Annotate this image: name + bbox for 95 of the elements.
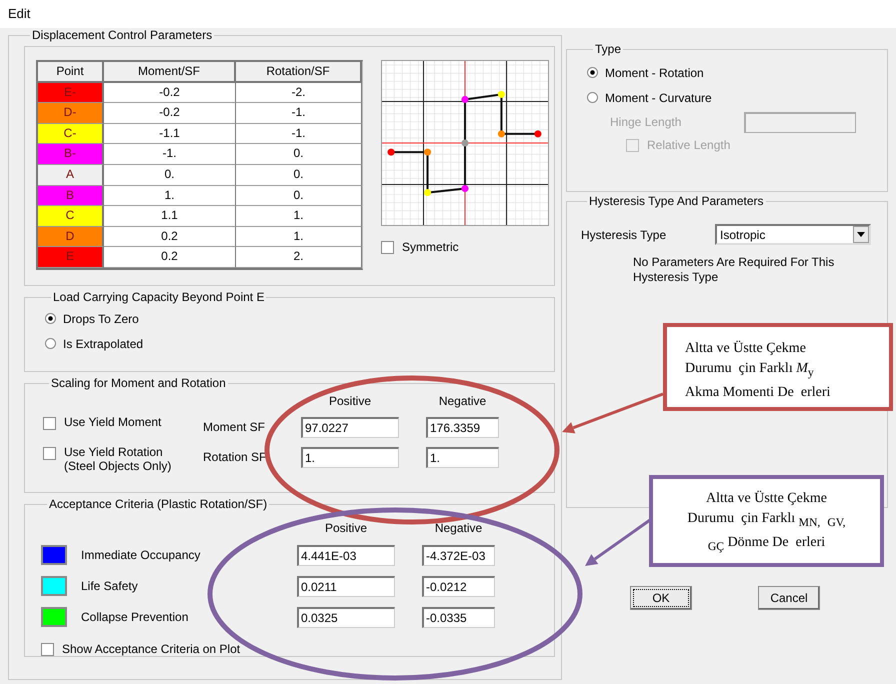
plot-point xyxy=(424,148,432,156)
table-cell[interactable]: -1. xyxy=(236,124,362,144)
table-cell[interactable]: 0.2 xyxy=(104,247,236,268)
checkbox-label: Use Yield Moment xyxy=(64,415,162,429)
group-title: Type xyxy=(594,42,622,56)
table-cell[interactable]: 1. xyxy=(104,186,236,206)
point-cell: C- xyxy=(38,124,104,144)
group-title: Hysteresis Type And Parameters xyxy=(588,194,765,208)
radio-button[interactable] xyxy=(45,338,56,349)
color-swatch[interactable] xyxy=(41,607,67,627)
input-field[interactable]: 0.0211 xyxy=(297,576,395,596)
checkbox[interactable] xyxy=(381,240,394,254)
note-text: No Parameters Are Required For This Hysteresis Type xyxy=(633,255,836,285)
input-field[interactable] xyxy=(744,112,856,132)
table-cell[interactable]: -0.2 xyxy=(104,103,236,124)
table-cell[interactable]: 0. xyxy=(104,164,236,186)
plot-point xyxy=(461,96,469,104)
point-cell: A xyxy=(38,164,104,186)
table-cell[interactable]: -1. xyxy=(104,144,236,165)
point-cell: E xyxy=(38,247,104,268)
dialog-button[interactable]: OK xyxy=(630,586,692,610)
column-header: Negative xyxy=(438,394,488,408)
field-label: Rotation SF xyxy=(203,449,268,464)
column-header: Point xyxy=(38,62,104,83)
table-cell[interactable]: -0.2 xyxy=(104,82,236,104)
table-cell[interactable]: 0.2 xyxy=(104,226,236,248)
column-header: Rotation/SF xyxy=(236,62,362,83)
plot-point xyxy=(461,185,469,192)
column-header: Negative xyxy=(434,521,484,535)
window-title: Edit xyxy=(0,0,896,28)
input-field[interactable]: 4.441E-03 xyxy=(297,544,395,566)
plot-point xyxy=(424,189,432,196)
table-cell[interactable]: 0. xyxy=(236,186,362,206)
caret-icon[interactable] xyxy=(853,226,869,243)
table-cell[interactable]: 1.1 xyxy=(104,206,236,227)
point-cell: B- xyxy=(38,144,104,165)
input-field[interactable]: -0.0212 xyxy=(422,576,495,596)
criteria-label: Collapse Prevention xyxy=(81,610,190,624)
column-header: Positive xyxy=(324,521,368,535)
group-title: Displacement Control Parameters xyxy=(31,28,214,42)
checkbox[interactable] xyxy=(43,417,56,430)
checkbox-label: Symmetric xyxy=(402,240,459,254)
point-cell: D xyxy=(38,226,104,248)
column-header: Positive xyxy=(328,394,372,408)
checkbox[interactable] xyxy=(41,642,54,656)
dialog-button[interactable]: Cancel xyxy=(758,586,820,610)
radio-label: Moment - Curvature xyxy=(605,90,712,104)
checkbox-note: (Steel Objects Only) xyxy=(64,459,172,473)
checkbox-label: Show Acceptance Criteria on Plot xyxy=(62,642,240,656)
plot-point xyxy=(498,90,505,98)
point-cell: E- xyxy=(38,82,104,104)
radio-label: Moment - Rotation xyxy=(605,66,704,80)
input-field[interactable]: 176.3359 xyxy=(426,417,499,438)
table-cell[interactable]: 2. xyxy=(236,247,362,268)
criteria-label: Life Safety xyxy=(81,579,139,593)
group-title: Load Carrying Capacity Beyond Point E xyxy=(52,290,266,304)
field-label: Hysteresis Type xyxy=(581,228,668,242)
input-field[interactable]: 97.0227 xyxy=(301,417,399,438)
group-title: Scaling for Moment and Rotation xyxy=(50,376,227,390)
criteria-label: Immediate Occupancy xyxy=(81,548,202,562)
table-cell[interactable]: 1. xyxy=(236,206,362,227)
point-cell: B xyxy=(38,186,104,206)
input-field[interactable]: 1. xyxy=(301,447,399,468)
radio-button[interactable] xyxy=(45,313,56,324)
plot-point xyxy=(461,139,469,147)
input-field[interactable]: 1. xyxy=(426,447,499,468)
table-cell[interactable]: -1.1 xyxy=(104,124,236,144)
checkbox-label: Use Yield Rotation xyxy=(64,445,164,459)
group-title: Acceptance Criteria (Plastic Rotation/SF) xyxy=(48,497,268,511)
plot-point xyxy=(498,130,505,138)
table-cell[interactable]: -2. xyxy=(236,82,362,104)
column-header: Moment/SF xyxy=(104,62,236,83)
radio-button[interactable] xyxy=(587,67,598,78)
point-cell: C xyxy=(38,206,104,227)
radio-label: Is Extrapolated xyxy=(63,336,144,350)
input-field[interactable]: -0.0335 xyxy=(422,606,495,628)
input-field[interactable]: -4.372E-03 xyxy=(422,544,495,566)
point-cell: D- xyxy=(38,103,104,124)
radio-label: Drops To Zero xyxy=(63,312,139,326)
color-swatch[interactable] xyxy=(41,576,67,596)
color-swatch[interactable] xyxy=(41,545,67,565)
plot-point xyxy=(388,148,395,156)
checkbox-label: Relative Length xyxy=(647,138,730,152)
table-cell[interactable]: 1. xyxy=(236,226,362,248)
field-label: Moment SF xyxy=(203,419,266,434)
callout-text: Altta ve Üstte Çekme Durumu çin Farklı M$_{y}$ Akma Momenti De erleri xyxy=(685,340,832,402)
dropdown[interactable]: Isotropic xyxy=(715,224,871,245)
checkbox[interactable] xyxy=(43,447,56,460)
table-cell[interactable]: -1. xyxy=(236,103,362,124)
input-field[interactable]: 0.0325 xyxy=(297,606,395,628)
table-cell[interactable]: 0. xyxy=(236,164,362,186)
radio-button[interactable] xyxy=(587,92,598,103)
plot-point xyxy=(534,130,542,138)
table-cell[interactable]: 0. xyxy=(236,144,362,165)
field-label: Hinge Length xyxy=(610,115,682,129)
